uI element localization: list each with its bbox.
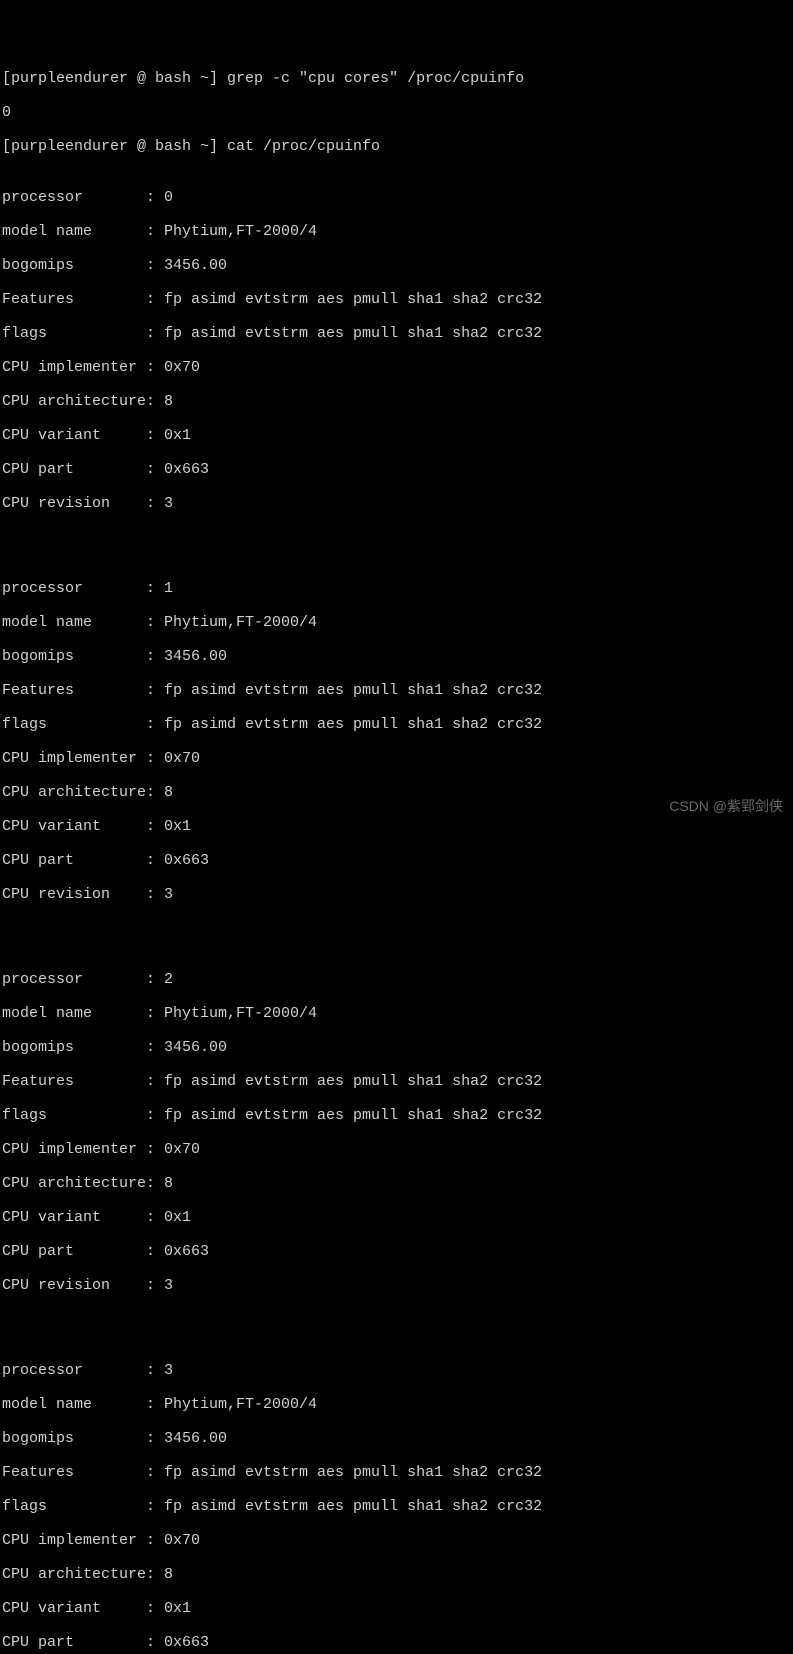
cpuinfo-line: model name : Phytium,FT-2000/4 [2, 1005, 793, 1022]
cpuinfo-line: processor : 0 [2, 189, 793, 206]
blank-line [2, 920, 793, 937]
cpuinfo-line: CPU part : 0x663 [2, 852, 793, 869]
cpuinfo-line: processor : 3 [2, 1362, 793, 1379]
cpuinfo-line: CPU revision : 3 [2, 1277, 793, 1294]
cpuinfo-line: CPU architecture: 8 [2, 393, 793, 410]
cpuinfo-line: Features : fp asimd evtstrm aes pmull sh… [2, 291, 793, 308]
cpuinfo-line: Features : fp asimd evtstrm aes pmull sh… [2, 1464, 793, 1481]
cpuinfo-line: CPU architecture: 8 [2, 1175, 793, 1192]
blank-line [2, 1311, 793, 1328]
cpuinfo-line: Features : fp asimd evtstrm aes pmull sh… [2, 1073, 793, 1090]
terminal-command-line: [purpleendurer @ bash ~] grep -c "cpu co… [2, 70, 793, 87]
cpuinfo-line: model name : Phytium,FT-2000/4 [2, 223, 793, 240]
watermark-text: CSDN @紫郢剑侠 [669, 798, 783, 815]
cpuinfo-line: model name : Phytium,FT-2000/4 [2, 614, 793, 631]
cpuinfo-line: bogomips : 3456.00 [2, 1430, 793, 1447]
cpuinfo-line: CPU variant : 0x1 [2, 1600, 793, 1617]
cpuinfo-line: Features : fp asimd evtstrm aes pmull sh… [2, 682, 793, 699]
cpuinfo-line: CPU part : 0x663 [2, 1634, 793, 1651]
cpuinfo-line: CPU variant : 0x1 [2, 1209, 793, 1226]
cpuinfo-line: CPU variant : 0x1 [2, 427, 793, 444]
cpuinfo-line: CPU part : 0x663 [2, 461, 793, 478]
cpuinfo-line: model name : Phytium,FT-2000/4 [2, 1396, 793, 1413]
cpuinfo-line: bogomips : 3456.00 [2, 1039, 793, 1056]
cpuinfo-line: flags : fp asimd evtstrm aes pmull sha1 … [2, 716, 793, 733]
cpuinfo-line: processor : 2 [2, 971, 793, 988]
cpuinfo-line: flags : fp asimd evtstrm aes pmull sha1 … [2, 1107, 793, 1124]
cpuinfo-line: bogomips : 3456.00 [2, 257, 793, 274]
cpuinfo-line: flags : fp asimd evtstrm aes pmull sha1 … [2, 1498, 793, 1515]
cpuinfo-line: CPU implementer : 0x70 [2, 1532, 793, 1549]
cpuinfo-line: CPU revision : 3 [2, 495, 793, 512]
cpuinfo-line: bogomips : 3456.00 [2, 648, 793, 665]
cpuinfo-line: CPU part : 0x663 [2, 1243, 793, 1260]
cpuinfo-line: processor : 1 [2, 580, 793, 597]
cpuinfo-line: CPU implementer : 0x70 [2, 359, 793, 376]
cpuinfo-line: CPU revision : 3 [2, 886, 793, 903]
terminal-output-line: 0 [2, 104, 793, 121]
cpuinfo-line: flags : fp asimd evtstrm aes pmull sha1 … [2, 325, 793, 342]
cpuinfo-line: CPU implementer : 0x70 [2, 750, 793, 767]
cpuinfo-line: CPU architecture: 8 [2, 1566, 793, 1583]
blank-line [2, 529, 793, 546]
cpuinfo-line: CPU implementer : 0x70 [2, 1141, 793, 1158]
terminal-command-line: [purpleendurer @ bash ~] cat /proc/cpuin… [2, 138, 793, 155]
